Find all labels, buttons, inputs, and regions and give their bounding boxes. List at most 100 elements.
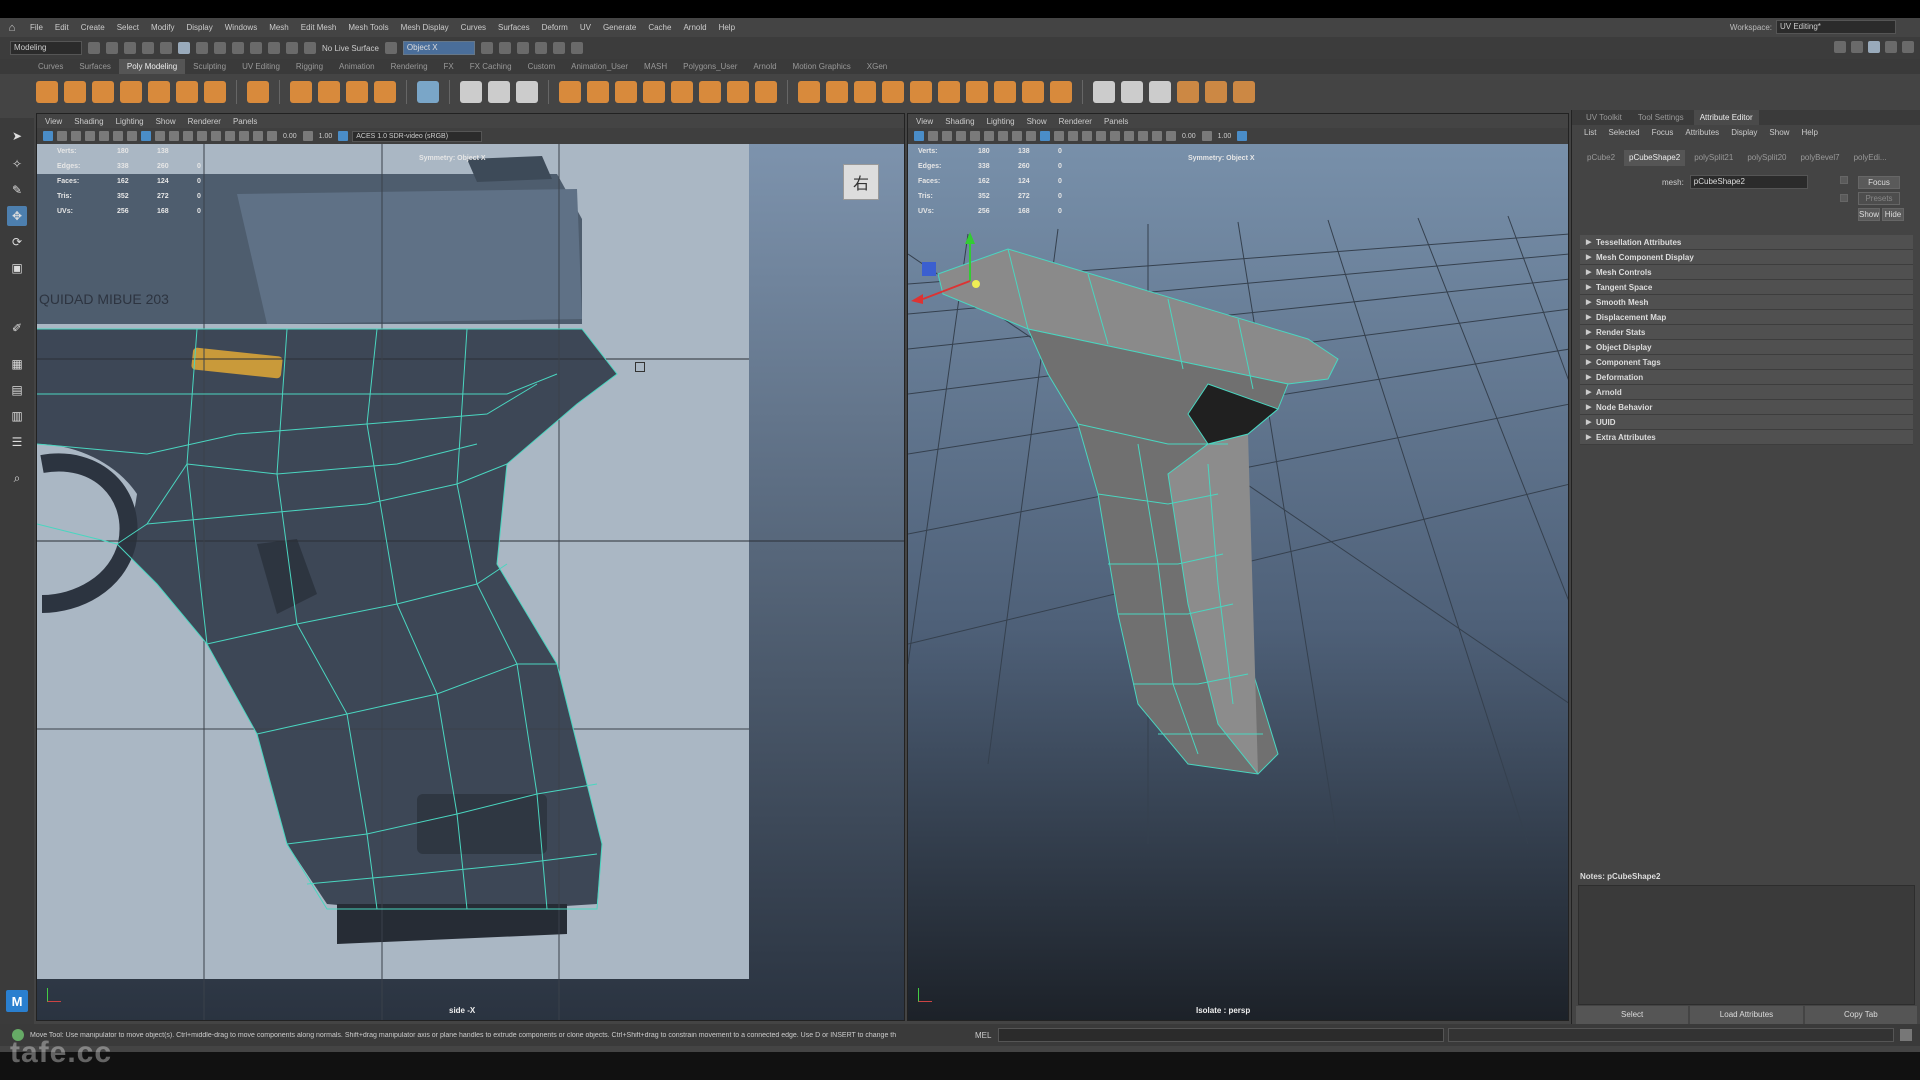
- uv-grid-icon[interactable]: [417, 81, 439, 103]
- menu-mesh-display[interactable]: Mesh Display: [395, 18, 455, 37]
- viewport-menu-renderer[interactable]: Renderer: [188, 117, 221, 126]
- section-render-stats[interactable]: ▶ Render Stats: [1580, 325, 1913, 340]
- grid-toggle-icon[interactable]: [99, 131, 109, 141]
- xray-icon[interactable]: [253, 131, 263, 141]
- section-uuid[interactable]: ▶ UUID: [1580, 415, 1913, 430]
- expand-arrow-icon[interactable]: ▶: [1586, 358, 1596, 366]
- outliner-layout-icon[interactable]: ☰: [7, 432, 27, 452]
- svg-icon[interactable]: [374, 81, 396, 103]
- image-plane-icon[interactable]: [85, 131, 95, 141]
- node-tab-polysplit20[interactable]: polySplit20: [1742, 150, 1791, 166]
- focus-arrow-icon[interactable]: [1840, 176, 1848, 184]
- collapse-icon[interactable]: [1022, 81, 1044, 103]
- ipr-render-icon[interactable]: [498, 42, 511, 54]
- bookmark-icon[interactable]: [942, 131, 952, 141]
- tab-attribute-editor[interactable]: Attribute Editor: [1693, 110, 1759, 125]
- expand-arrow-icon[interactable]: ▶: [1586, 373, 1596, 381]
- film-gate-icon[interactable]: [984, 131, 994, 141]
- smooth-shade-icon[interactable]: [1054, 131, 1064, 141]
- viewport-menu-panels[interactable]: Panels: [233, 117, 257, 126]
- move-manipulator-icon[interactable]: [635, 362, 645, 372]
- menu-edit[interactable]: Edit: [49, 18, 75, 37]
- new-scene-icon[interactable]: [88, 42, 100, 54]
- menu-cache[interactable]: Cache: [642, 18, 677, 37]
- exposure-icon[interactable]: [1166, 131, 1176, 141]
- notes-textarea[interactable]: [1578, 885, 1915, 1005]
- menu-select[interactable]: Select: [111, 18, 145, 37]
- lights-icon[interactable]: [1096, 131, 1106, 141]
- merge-icon[interactable]: [1050, 81, 1072, 103]
- gamma-icon[interactable]: [1201, 131, 1212, 141]
- poly-disc-icon[interactable]: [204, 81, 226, 103]
- side-by-side-icon[interactable]: ▥: [7, 406, 27, 426]
- lasso-tool-icon[interactable]: ✧: [7, 154, 27, 174]
- menu-windows[interactable]: Windows: [219, 18, 263, 37]
- move-z-handle[interactable]: [922, 262, 936, 276]
- type-icon[interactable]: [346, 81, 368, 103]
- bevel-icon[interactable]: [826, 81, 848, 103]
- wedge-icon[interactable]: [910, 81, 932, 103]
- section-smooth-mesh[interactable]: ▶ Smooth Mesh: [1580, 295, 1913, 310]
- expand-arrow-icon[interactable]: ▶: [1586, 343, 1596, 351]
- poke-icon[interactable]: [882, 81, 904, 103]
- textured-icon[interactable]: [183, 131, 193, 141]
- target-weld-icon[interactable]: [488, 81, 510, 103]
- camera-select-icon[interactable]: [914, 131, 924, 141]
- wireframe-on-shaded-icon[interactable]: [169, 131, 179, 141]
- snap-surface-icon[interactable]: [304, 42, 316, 54]
- soft-select-icon[interactable]: ✐: [7, 318, 27, 338]
- mesh-name-field[interactable]: pCubeShape2: [1689, 175, 1808, 189]
- expand-arrow-icon[interactable]: ▶: [1586, 238, 1596, 246]
- poly-cylinder-icon[interactable]: [92, 81, 114, 103]
- character-controls-icon[interactable]: [1851, 41, 1863, 53]
- shadows-icon[interactable]: [211, 131, 221, 141]
- channel-box-toggle-icon[interactable]: [1902, 41, 1914, 53]
- bookmark-icon[interactable]: [71, 131, 81, 141]
- ae-menu-focus[interactable]: Focus: [1652, 128, 1674, 137]
- poly-torus-icon[interactable]: [148, 81, 170, 103]
- expand-arrow-icon[interactable]: ▶: [1586, 418, 1596, 426]
- exposure-value[interactable]: 0.00: [1180, 133, 1198, 140]
- expand-arrow-icon[interactable]: ▶: [1586, 403, 1596, 411]
- undo-icon[interactable]: [142, 42, 154, 54]
- viewport-persp-canvas[interactable]: Verts: 180 138 0 Edges: 338 260 0 Faces: 162 124 0 T…: [908, 144, 1568, 1020]
- reset-transform-icon[interactable]: [1233, 81, 1255, 103]
- attribute-editor-toggle-icon[interactable]: [1868, 41, 1880, 53]
- camera-attributes-icon[interactable]: [928, 131, 938, 141]
- view-transform-dropdown[interactable]: ACES 1.0 SDR-video (sRGB): [352, 130, 483, 142]
- expand-arrow-icon[interactable]: ▶: [1586, 298, 1596, 306]
- film-gate-icon[interactable]: [113, 131, 123, 141]
- home-icon[interactable]: ⌂: [0, 22, 24, 34]
- combine-icon[interactable]: [559, 81, 581, 103]
- section-object-display[interactable]: ▶ Object Display: [1580, 340, 1913, 355]
- maya-logo-icon[interactable]: M: [6, 990, 28, 1012]
- viewport-side[interactable]: View Shading Lighting Show Renderer Panels 0.…: [36, 113, 905, 1021]
- viewport-side-canvas[interactable]: QUIDAD MIBUE 203 Verts: 180 138 Edges: 3…: [37, 144, 904, 1020]
- expand-arrow-icon[interactable]: ▶: [1586, 283, 1596, 291]
- shadows-icon[interactable]: [1110, 131, 1120, 141]
- poly-cube-icon[interactable]: [64, 81, 86, 103]
- rotate-tool-icon[interactable]: ⟳: [7, 232, 27, 252]
- shelf-tab-poly-modeling[interactable]: Poly Modeling: [118, 59, 186, 74]
- menu-generate[interactable]: Generate: [597, 18, 642, 37]
- camera-select-icon[interactable]: [43, 131, 53, 141]
- mel-label[interactable]: MEL: [975, 1031, 991, 1040]
- field-chart-icon[interactable]: [1012, 131, 1022, 141]
- ae-menu-list[interactable]: List: [1584, 128, 1596, 137]
- exposure-icon[interactable]: [267, 131, 277, 141]
- gamma-value[interactable]: 1.00: [317, 133, 335, 140]
- wireframe-icon[interactable]: [141, 131, 151, 141]
- menu-mesh[interactable]: Mesh: [263, 18, 295, 37]
- viewport-menu-panels[interactable]: Panels: [1104, 117, 1128, 126]
- expand-arrow-icon[interactable]: ▶: [1586, 433, 1596, 441]
- shelf-tab-arnold[interactable]: Arnold: [745, 59, 784, 74]
- section-component-tags[interactable]: ▶ Component Tags: [1580, 355, 1913, 370]
- render-icon[interactable]: [480, 42, 493, 54]
- workspace-dropdown[interactable]: UV Editing*: [1776, 20, 1896, 34]
- menu-create[interactable]: Create: [75, 18, 111, 37]
- center-pivot-icon[interactable]: [1205, 81, 1227, 103]
- color-management-icon[interactable]: [1237, 131, 1248, 141]
- menu-arnold[interactable]: Arnold: [677, 18, 712, 37]
- hide-button[interactable]: Hide: [1882, 208, 1904, 221]
- menu-edit-mesh[interactable]: Edit Mesh: [295, 18, 343, 37]
